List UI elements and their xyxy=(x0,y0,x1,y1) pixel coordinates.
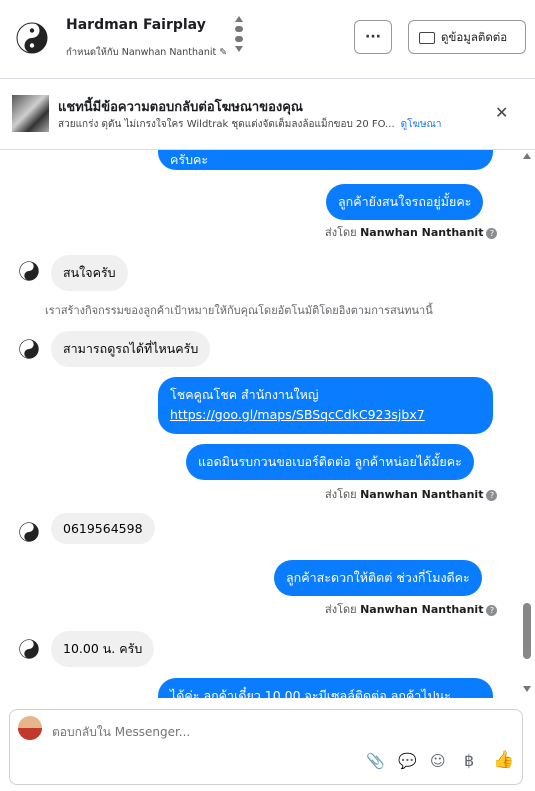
sent-by-prefix: ส่งโดย xyxy=(325,603,357,616)
message-input[interactable] xyxy=(50,721,354,743)
sent-by-label: ส่งโดย Nanwhan Nanthanit? xyxy=(325,600,498,618)
yin-yang-icon xyxy=(19,261,39,281)
emoji-icon[interactable]: ☺ xyxy=(430,752,446,770)
info-card-icon xyxy=(419,31,435,44)
sender-avatar xyxy=(19,522,39,546)
sent-by-agent: Nanwhan Nanthanit xyxy=(360,226,484,239)
message-line: โชคคูณโชค สำนักงานใหญ่ xyxy=(170,387,319,402)
sent-by-prefix: ส่งโดย xyxy=(325,226,357,239)
more-options-button[interactable]: ··· xyxy=(354,20,392,54)
maps-link[interactable]: https://goo.gl/maps/SBSqcCdkC923sjbx7 xyxy=(170,405,481,425)
sent-by-prefix: ส่งโดย xyxy=(325,488,357,501)
message-outgoing: แอดมินรบกวนขอเบอร์ติดต่อ ลูกค้าหน่อยได้ม… xyxy=(186,444,474,480)
attach-icon[interactable]: 📎 xyxy=(366,752,385,770)
contact-info-button[interactable]: ดูข้อมูลติดต่อ xyxy=(408,20,526,54)
scrollbar-thumb[interactable] xyxy=(523,603,531,659)
close-icon[interactable]: ✕ xyxy=(495,103,508,122)
sender-avatar xyxy=(19,339,39,363)
page-avatar xyxy=(18,716,42,740)
status-dot xyxy=(235,36,243,42)
message-thread[interactable]: ครับคะ ลูกค้ายังสนใจรถอยู่มั้ยคะ ส่งโดย … xyxy=(0,150,535,698)
saved-reply-icon[interactable]: 💬 xyxy=(398,752,417,770)
message-outgoing: ครับคะ xyxy=(158,150,493,170)
yin-yang-icon xyxy=(19,339,39,359)
message-incoming: 10.00 น. ครับ xyxy=(51,631,155,667)
view-ad-link[interactable]: ดูโฆษณา xyxy=(401,119,442,130)
message-incoming: สามารถดูรถได้ที่ไหนครับ xyxy=(51,331,211,367)
message-outgoing: ลูกค้าสะดวกให้ติดต่ ช่วงกี่โมงดีคะ xyxy=(274,560,482,596)
sent-by-label: ส่งโดย Nanwhan Nanthanit? xyxy=(325,223,498,241)
sent-by-agent: Nanwhan Nanthanit xyxy=(360,488,484,501)
scroll-up-arrow[interactable] xyxy=(523,153,531,159)
banner-title: แชทนี้มีข้อความตอบกลับต่อโฆษณาของคุณ xyxy=(58,100,303,115)
banner-ad-text: สวยแกร่ง ดุดัน ไม่เกรงใจใคร Wildtrak ชุด… xyxy=(58,119,395,130)
contact-name[interactable]: Hardman Fairplay xyxy=(66,17,206,33)
help-icon[interactable]: ? xyxy=(486,227,498,239)
sender-avatar xyxy=(19,261,39,285)
sender-avatar xyxy=(19,639,39,663)
message-outgoing: ได้ค่ะ ลูกค้าเดี๋ยว 10.00 จะมีเซลล์ติดต่… xyxy=(158,678,493,698)
contact-avatar[interactable] xyxy=(16,22,48,54)
chevron-up-icon xyxy=(235,16,243,22)
like-icon[interactable]: 👍 xyxy=(493,750,514,770)
message-incoming: 0619564598 xyxy=(51,513,155,544)
status-dot xyxy=(235,26,243,32)
sent-by-agent: Nanwhan Nanthanit xyxy=(360,603,484,616)
message-incoming: สนใจครับ xyxy=(51,255,128,291)
assigned-to[interactable]: กำหนดให้กับ Nanwhan Nanthanit ✎ xyxy=(66,45,227,60)
help-icon[interactable]: ? xyxy=(486,604,498,616)
yin-yang-icon xyxy=(19,639,39,659)
contact-info-label: ดูข้อมูลติดต่อ xyxy=(441,30,508,44)
assigned-label: กำหนดให้กับ Nanwhan Nanthanit xyxy=(66,47,217,58)
chevron-down-icon xyxy=(235,46,243,52)
ad-thumbnail[interactable] xyxy=(12,95,49,132)
yin-yang-icon xyxy=(16,22,48,54)
sent-by-label: ส่งโดย Nanwhan Nanthanit? xyxy=(325,485,498,503)
system-note: เราสร้างกิจกรรมของลูกค้าเป้าหมายให้กับคุ… xyxy=(45,304,433,317)
scroll-down-arrow[interactable] xyxy=(523,686,531,692)
banner-subtitle: สวยแกร่ง ดุดัน ไม่เกรงใจใคร Wildtrak ชุด… xyxy=(58,117,441,132)
yin-yang-icon xyxy=(19,522,39,542)
message-outgoing: โชคคูณโชค สำนักงานใหญ่ https://goo.gl/ma… xyxy=(158,377,493,434)
help-icon[interactable]: ? xyxy=(486,489,498,501)
pencil-icon[interactable]: ✎ xyxy=(219,47,227,58)
message-outgoing: ลูกค้ายังสนใจรถอยู่มั้ยคะ xyxy=(326,184,484,220)
status-stepper[interactable] xyxy=(234,16,244,60)
baht-icon[interactable]: ฿ xyxy=(464,751,474,770)
